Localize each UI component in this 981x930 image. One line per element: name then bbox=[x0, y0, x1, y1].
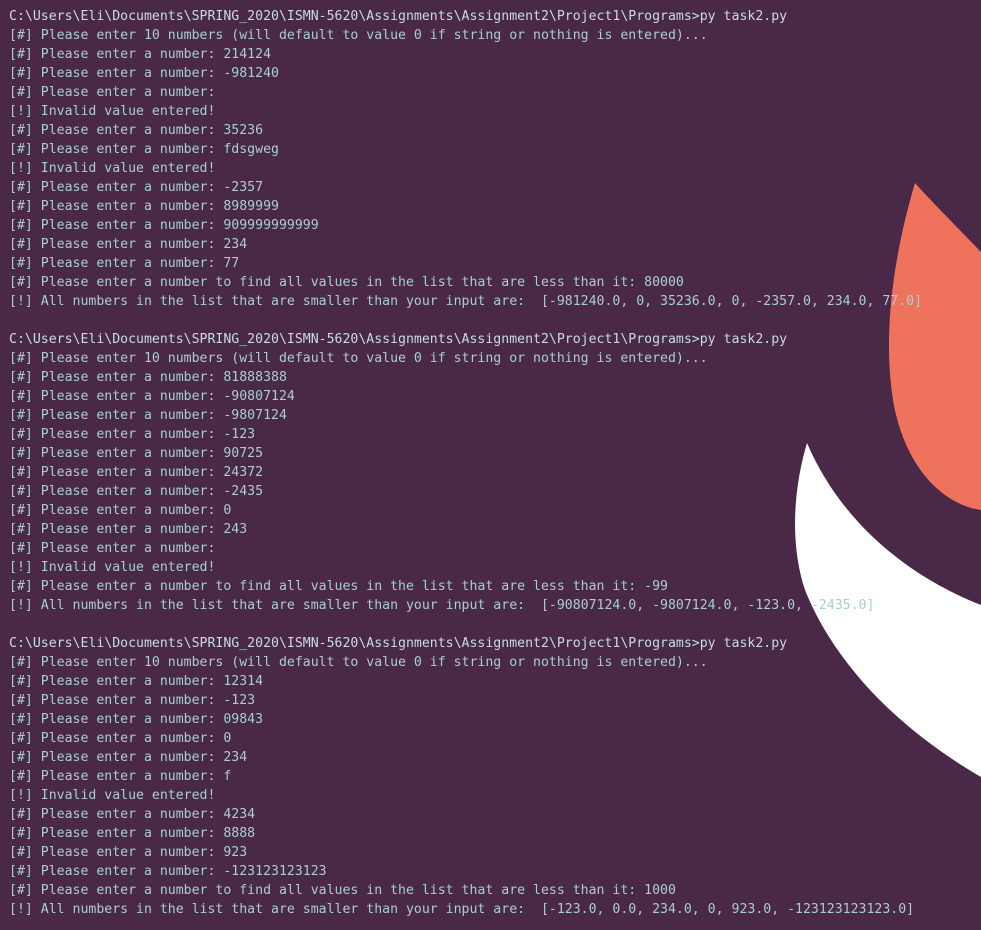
output-line: [#] Please enter a number: 4234 bbox=[9, 807, 256, 822]
output-line: [#] Please enter a number: f bbox=[9, 769, 232, 784]
output-line: [#] Please enter a number: bbox=[9, 85, 216, 100]
output-line: [#] Please enter a number: fdsgweg bbox=[9, 142, 279, 157]
output-line: [!] All numbers in the list that are sma… bbox=[9, 294, 923, 309]
output-line: [#] Please enter a number: 214124 bbox=[9, 47, 272, 62]
output-line: [#] Please enter a number: -2357 bbox=[9, 180, 264, 195]
output-line: [#] Please enter a number: 35236 bbox=[9, 123, 264, 138]
command-line: C:\Users\Eli\Documents\SPRING_2020\ISMN-… bbox=[9, 332, 788, 347]
terminal-output: C:\Users\Eli\Documents\SPRING_2020\ISMN-… bbox=[9, 7, 922, 919]
output-line: [!] All numbers in the list that are sma… bbox=[9, 598, 875, 613]
output-line: [#] Please enter a number: bbox=[9, 541, 216, 556]
output-line: [#] Please enter a number: 243 bbox=[9, 522, 248, 537]
output-line: [#] Please enter a number: 90725 bbox=[9, 446, 264, 461]
terminal-window[interactable]: C:\Users\Eli\Documents\SPRING_2020\ISMN-… bbox=[0, 0, 981, 930]
output-line: [#] Please enter a number: -2435 bbox=[9, 484, 264, 499]
output-line: [#] Please enter a number: 24372 bbox=[9, 465, 264, 480]
output-line: [!] Invalid value entered! bbox=[9, 560, 216, 575]
output-line: [#] Please enter a number: -123 bbox=[9, 427, 256, 442]
command-line: C:\Users\Eli\Documents\SPRING_2020\ISMN-… bbox=[9, 9, 788, 24]
output-line: [!] Invalid value entered! bbox=[9, 161, 216, 176]
output-line: [#] Please enter a number: 81888388 bbox=[9, 370, 287, 385]
command-line: C:\Users\Eli\Documents\SPRING_2020\ISMN-… bbox=[9, 636, 788, 651]
output-line: [#] Please enter a number to find all va… bbox=[9, 579, 668, 594]
output-line: [#] Please enter a number: 234 bbox=[9, 750, 248, 765]
output-line: [#] Please enter a number: 12314 bbox=[9, 674, 264, 689]
output-line: [#] Please enter a number to find all va… bbox=[9, 275, 684, 290]
output-line: [#] Please enter a number: 0 bbox=[9, 503, 232, 518]
output-line: [#] Please enter a number: -123 bbox=[9, 693, 256, 708]
output-line: [#] Please enter 10 numbers (will defaul… bbox=[9, 28, 708, 43]
output-line: [#] Please enter a number: -90807124 bbox=[9, 389, 295, 404]
output-line: [#] Please enter a number: 909999999999 bbox=[9, 218, 319, 233]
output-line: [#] Please enter a number: 09843 bbox=[9, 712, 264, 727]
output-line: [#] Please enter a number: 8888 bbox=[9, 826, 256, 841]
output-line: [#] Please enter a number: 8989999 bbox=[9, 199, 279, 214]
output-line: [#] Please enter a number: -123123123123 bbox=[9, 864, 327, 879]
output-line: [!] All numbers in the list that are sma… bbox=[9, 902, 915, 917]
output-line: [#] Please enter a number to find all va… bbox=[9, 883, 676, 898]
output-line: [#] Please enter a number: 234 bbox=[9, 237, 248, 252]
output-line: [#] Please enter a number: -981240 bbox=[9, 66, 279, 81]
output-line: [#] Please enter a number: 0 bbox=[9, 731, 232, 746]
output-line: [#] Please enter a number: -9807124 bbox=[9, 408, 287, 423]
output-line: [#] Please enter 10 numbers (will defaul… bbox=[9, 655, 708, 670]
output-line: [#] Please enter a number: 77 bbox=[9, 256, 240, 271]
output-line: [!] Invalid value entered! bbox=[9, 104, 216, 119]
output-line: [#] Please enter 10 numbers (will defaul… bbox=[9, 351, 708, 366]
output-line: [#] Please enter a number: 923 bbox=[9, 845, 248, 860]
output-line: [!] Invalid value entered! bbox=[9, 788, 216, 803]
